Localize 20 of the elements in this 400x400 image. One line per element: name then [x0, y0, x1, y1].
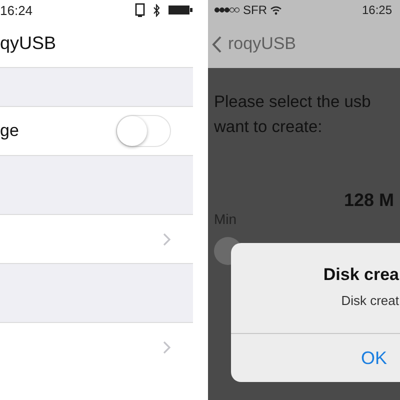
wifi-icon	[270, 6, 282, 14]
carrier-label: SFR	[243, 3, 267, 17]
toggle-switch[interactable]	[116, 115, 171, 147]
portrait-lock-icon	[135, 2, 145, 18]
ok-button[interactable]: OK	[356, 334, 391, 382]
chevron-icon	[163, 340, 171, 354]
back-link[interactable]: roqyUSB	[212, 34, 296, 54]
back-chevron-icon	[212, 36, 222, 52]
chevron-icon	[163, 232, 171, 246]
status-time: 16:25	[362, 3, 392, 17]
bluetooth-icon	[153, 4, 160, 16]
status-time: 16:24	[0, 2, 33, 18]
battery-icon	[168, 5, 193, 15]
row-label: ge	[0, 121, 19, 141]
signal-icon	[214, 7, 240, 13]
size-value: 128 M	[344, 190, 394, 211]
nav-title: qyUSB	[0, 33, 56, 54]
alert-title: Disk crea	[323, 265, 399, 285]
prompt-text: Please select the usb want to create:	[214, 92, 372, 138]
alert-message: Disk creat	[341, 293, 399, 308]
